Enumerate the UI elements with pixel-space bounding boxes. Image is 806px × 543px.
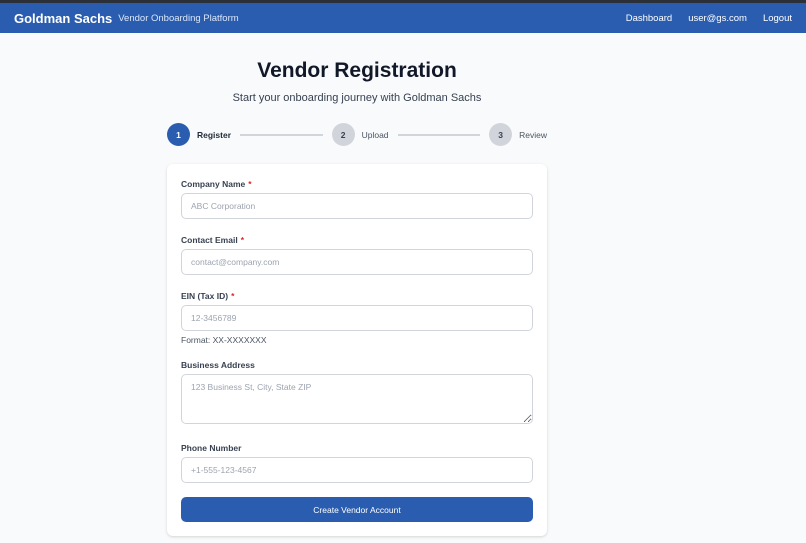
step-label-register: Register xyxy=(197,129,232,140)
ein-label: EIN (Tax ID) * xyxy=(181,291,234,301)
top-nav-bar: Goldman Sachs Vendor Onboarding Platform… xyxy=(0,0,806,33)
ein-format-hint: Format: XX-XXXXXXX xyxy=(181,335,267,345)
page-subtitle: Start your onboarding journey with Goldm… xyxy=(232,92,482,104)
company-name-input[interactable] xyxy=(181,193,533,219)
ein-label-text: EIN (Tax ID) xyxy=(181,291,229,301)
step-number-2: 2 xyxy=(331,123,355,146)
company-name-label: Company Name * xyxy=(181,179,252,189)
step-upload: 2 Upload xyxy=(331,123,389,146)
create-vendor-account-button[interactable]: Create Vendor Account xyxy=(181,497,533,522)
required-asterisk: * xyxy=(231,291,235,301)
phone-number-input[interactable] xyxy=(181,457,533,483)
contact-email-label-text: Contact Email xyxy=(181,235,238,245)
step-register: 1 Register xyxy=(167,123,231,146)
business-address-textarea[interactable] xyxy=(181,374,533,424)
nav-logout-link[interactable]: Logout xyxy=(763,13,792,24)
step-number-1: 1 xyxy=(167,123,190,146)
required-asterisk: * xyxy=(240,235,244,245)
step-label-upload: Upload xyxy=(361,129,389,140)
vendor-registration-form: Company Name* Contact Email* EIN (Tax ID… xyxy=(167,164,547,536)
phone-number-label-text: Phone Number xyxy=(181,443,242,453)
step-connector xyxy=(397,133,481,136)
step-number-3: 3 xyxy=(489,123,513,146)
contact-email-label: Contact Email * xyxy=(181,235,244,245)
progress-stepper: 1 Register 2 Upload 3 Review xyxy=(167,123,547,146)
phone-number-label: Phone Number xyxy=(181,443,241,453)
brand-logo-text[interactable]: Goldman Sachs xyxy=(14,11,112,26)
step-connector xyxy=(240,133,323,136)
brand-subtitle: Vendor Onboarding Platform xyxy=(118,13,239,24)
required-asterisk: * xyxy=(248,179,252,189)
business-address-label-text: Business Address xyxy=(181,360,255,370)
nav-dashboard-link[interactable]: Dashboard xyxy=(626,13,672,24)
business-address-label: Business Address xyxy=(181,360,255,370)
contact-email-input[interactable] xyxy=(181,249,533,275)
step-review: 3 Review xyxy=(489,123,547,146)
page-title: Vendor Registration xyxy=(257,59,457,82)
nav-user-email-link[interactable]: user@gs.com xyxy=(688,13,747,24)
step-label-review: Review xyxy=(519,129,547,140)
company-name-label-text: Company Name xyxy=(181,179,246,189)
ein-input[interactable] xyxy=(181,305,533,331)
header-nav: Dashboard user@gs.com Logout xyxy=(626,13,792,24)
